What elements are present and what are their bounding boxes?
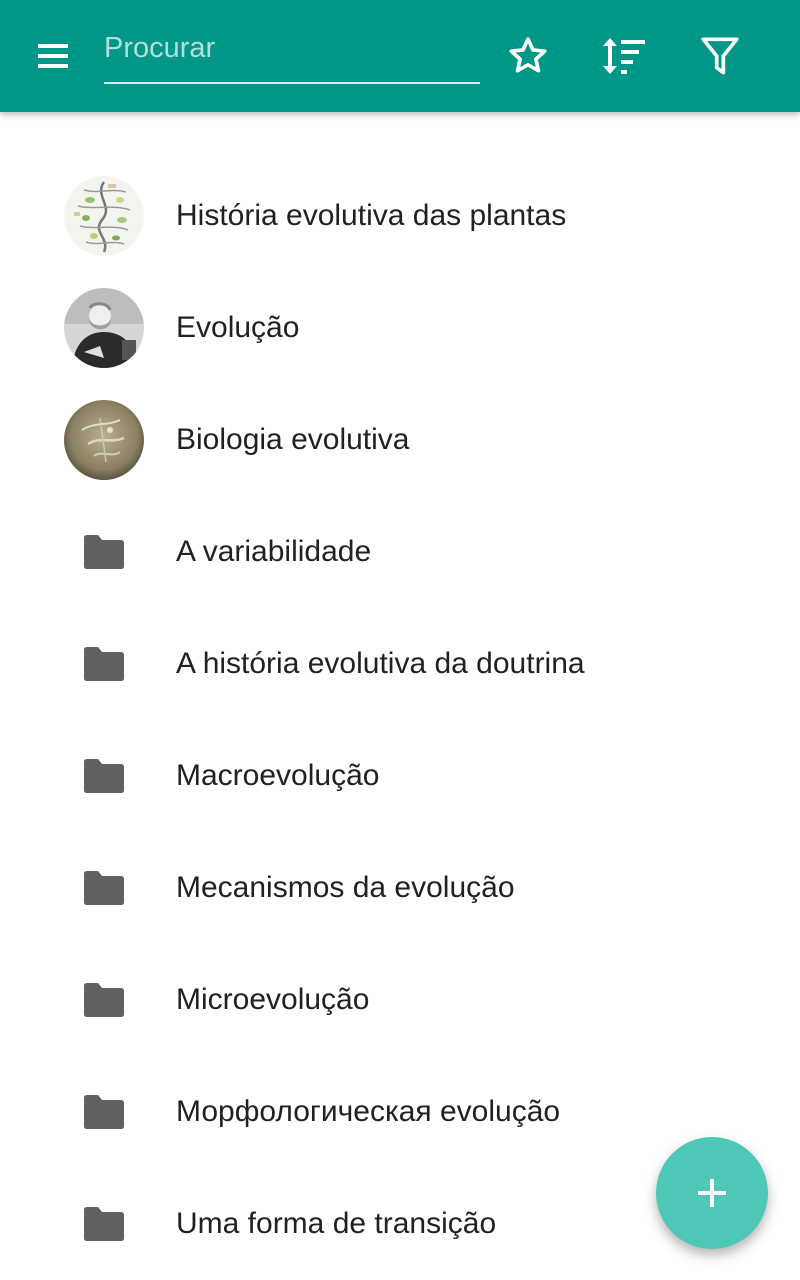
folder-icon — [84, 983, 124, 1017]
list-item-label: Biologia evolutiva — [176, 423, 410, 456]
list-item[interactable]: Mecanismos da evolução — [0, 832, 800, 944]
app-screen: História evolutiva das plantas Evolução — [0, 0, 800, 1280]
list-item[interactable]: A variabilidade — [0, 496, 800, 608]
sort-icon — [603, 38, 645, 74]
favorites-button[interactable] — [500, 28, 556, 84]
list-item-label: Uma forma de transição — [176, 1207, 497, 1240]
sort-button[interactable] — [595, 28, 651, 84]
folder-icon — [84, 871, 124, 905]
list-item-label: Macroevolução — [176, 759, 380, 792]
list-item-label: A história evolutiva da doutrina — [176, 647, 585, 680]
folder-icon — [84, 535, 124, 569]
darwin-portrait-thumbnail — [64, 288, 144, 368]
list-item-label: A variabilidade — [176, 535, 372, 568]
filter-button[interactable] — [692, 28, 748, 84]
list-item-label: História evolutiva das plantas — [176, 199, 567, 232]
menu-button[interactable] — [28, 36, 84, 76]
list-item-label: Mecanismos da evolução — [176, 871, 515, 904]
search-field — [104, 24, 480, 84]
folder-icon — [84, 1207, 124, 1241]
hamburger-menu-icon — [38, 44, 68, 68]
top-app-bar — [0, 0, 800, 112]
list-item[interactable]: História evolutiva das plantas — [0, 160, 800, 272]
folder-icon — [84, 1095, 124, 1129]
list-item-label: Морфологическая evolução — [176, 1095, 561, 1128]
folder-icon — [84, 647, 124, 681]
star-outline-icon — [509, 37, 547, 73]
filter-icon — [701, 37, 739, 75]
list-item-label: Microevolução — [176, 983, 370, 1016]
list-item[interactable]: Microevolução — [0, 944, 800, 1056]
folder-icon — [84, 759, 124, 793]
list-item[interactable]: A história evolutiva da doutrina — [0, 608, 800, 720]
list-item[interactable]: Macroevolução — [0, 720, 800, 832]
add-button[interactable] — [656, 1137, 768, 1249]
list-item[interactable]: Biologia evolutiva — [0, 384, 800, 496]
plant-evolution-thumbnail — [64, 176, 144, 256]
search-input[interactable] — [104, 24, 480, 72]
fossil-thumbnail — [64, 400, 144, 480]
list-item[interactable]: Evolução — [0, 272, 800, 384]
plus-icon — [698, 1179, 726, 1207]
list-item-label: Evolução — [176, 311, 300, 344]
item-list: História evolutiva das plantas Evolução — [0, 160, 800, 1280]
